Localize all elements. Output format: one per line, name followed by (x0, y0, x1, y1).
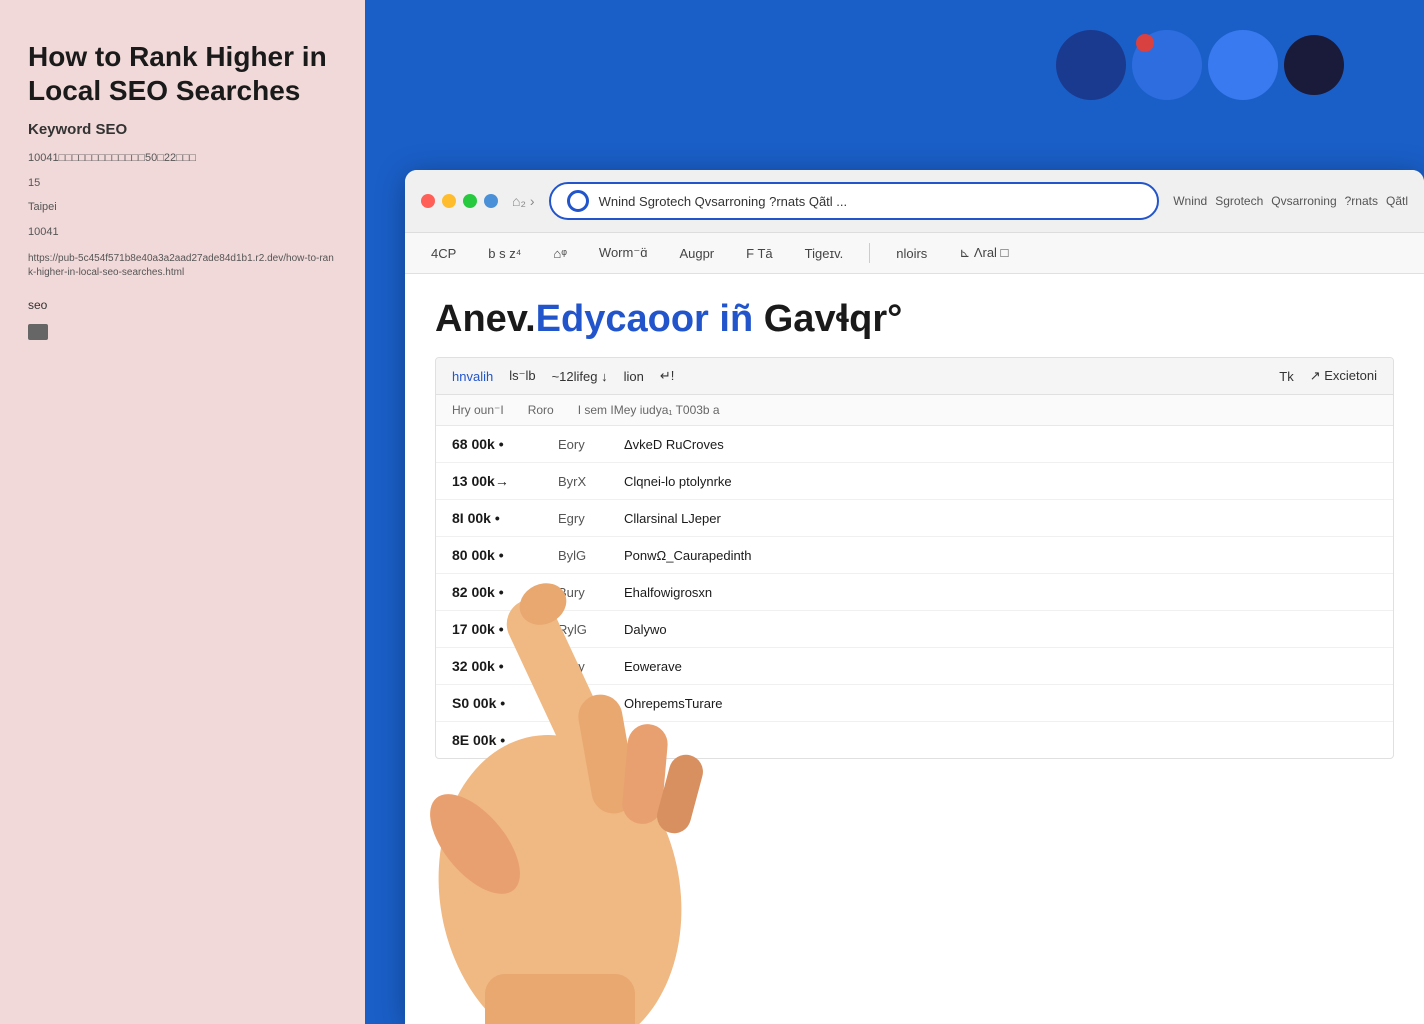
toolbar-item-2[interactable]: b s z⁴ (482, 242, 527, 265)
address-text[interactable]: Wnind Sgrotech Qvsarroning ?rnats Qãtl .… (599, 194, 1142, 209)
row-diff-4: BylG (558, 548, 608, 563)
red-dot (1136, 34, 1154, 52)
nav-forward-icon[interactable]: › (530, 193, 535, 209)
table-row: 80 00k • BylG PonwΩ_Caurapedinth (436, 537, 1393, 574)
nav-arrows[interactable]: ⌂₂ › (512, 193, 535, 209)
tl-blue[interactable] (484, 194, 498, 208)
heading-part2: Edycaoor (536, 298, 709, 340)
circle-1 (1056, 30, 1126, 100)
browser-chrome: ⌂₂ › Wnind Sgrotech Qvsarroning ?rnats Q… (405, 170, 1424, 233)
heading-part3: iñ (719, 298, 753, 340)
row-keyword-5: Ehalfowigrosxn (624, 585, 1377, 600)
th-excietoni[interactable]: ↗ Excietoni (1310, 368, 1377, 384)
table-row: 68 00k • Eory ΔvkeD RuCroves (436, 426, 1393, 463)
sh-hry-oun: Hry oun⁻I (452, 403, 504, 417)
meta-line2: 15 (28, 175, 337, 192)
table-row: 82 00k • Bury Ehalfowigrosxn (436, 574, 1393, 611)
row-volume-4: 80 00k • (452, 547, 542, 563)
page-title: How to Rank Higher in Local SEO Searches (28, 40, 337, 107)
main-area: ⌂₂ › Wnind Sgrotech Qvsarroning ?rnats Q… (365, 0, 1424, 1024)
row-volume-2: 13 00k→ (452, 473, 542, 489)
row-diff-2: ByrX (558, 474, 608, 489)
sidebar-icon (28, 324, 48, 340)
nav-back-icon[interactable]: ⌂₂ (512, 193, 526, 209)
table-subheader: Hry oun⁻I Roro I sem IMey iudya₁ T003b a (436, 395, 1393, 426)
row-diff-7: Bory (558, 659, 608, 674)
toolbar-ta[interactable]: F Tā (740, 242, 779, 265)
table-header: hnvalih ls⁻lb ~12lifeg ↓ lion ↵! Tk ↗ Ex… (436, 358, 1393, 395)
sh-roro: Roro (528, 403, 554, 417)
row-volume-1: 68 00k • (452, 436, 542, 452)
toolbar-augpr[interactable]: Augpr (673, 242, 720, 265)
browser-action-1[interactable]: Wnind (1173, 194, 1207, 208)
row-volume-7: 32 00k • (452, 658, 542, 674)
table-row: 17 00k • RylG Dalywo (436, 611, 1393, 648)
browser-logo-icon (567, 190, 589, 212)
sh-i-sem: I sem IMey iudya₁ T003b a (578, 403, 720, 417)
tl-yellow[interactable] (442, 194, 456, 208)
toolbar-item-3[interactable]: ⌂ᵠ (547, 242, 573, 265)
table-row: 32 00k • Bory Eowerave (436, 648, 1393, 685)
row-volume-8: S0 00k • (452, 695, 542, 711)
th-enter[interactable]: ↵! (660, 368, 675, 384)
row-keyword-2: Clqnei-lo ptolynrke (624, 474, 1377, 489)
row-diff-3: Egry (558, 511, 608, 526)
browser-action-4[interactable]: ?rnats (1345, 194, 1378, 208)
tl-red[interactable] (421, 194, 435, 208)
tl-green[interactable] (463, 194, 477, 208)
heading-part4: Gavɬqr° (764, 298, 903, 340)
circle-4 (1284, 35, 1344, 95)
toolbar-separator (869, 243, 870, 263)
decorative-circles (1056, 30, 1344, 100)
data-table: hnvalih ls⁻lb ~12lifeg ↓ lion ↵! Tk ↗ Ex… (435, 357, 1394, 759)
meta-code: 10041 (28, 224, 337, 241)
address-bar[interactable]: Wnind Sgrotech Qvsarroning ?rnats Qãtl .… (549, 182, 1160, 220)
th-hnvalih[interactable]: hnvalih (452, 369, 493, 384)
row-keyword-8: OhrepemsTurare (624, 696, 1377, 711)
row-volume-5: 82 00k • (452, 584, 542, 600)
row-keyword-4: PonwΩ_Caurapedinth (624, 548, 1377, 563)
browser-action-5[interactable]: Qãtl (1386, 194, 1408, 208)
toolbar-nloirs[interactable]: nloirs (890, 242, 933, 265)
row-diff-5: Bury (558, 585, 608, 600)
row-keyword-3: Cllarsinal LJeper (624, 511, 1377, 526)
table-row: 13 00k→ ByrX Clqnei-lo ptolynrke (436, 463, 1393, 500)
page-heading: Anev.Edycaoor iñ Gavɬqr° (435, 298, 1394, 341)
toolbar-worn-ji[interactable]: Worm⁻ɑ̈ (593, 241, 654, 265)
heading-part1: Anev. (435, 298, 536, 340)
page-url: https://pub-5c454f571b8e40a3a2aad27ade84… (28, 252, 337, 280)
keyword-seo-label: Keyword SEO (28, 121, 337, 138)
sidebar: How to Rank Higher in Local SEO Searches… (0, 0, 365, 1024)
row-diff-8: Nillv (558, 696, 608, 711)
toolbar-item-1[interactable]: 4CP (425, 242, 462, 265)
browser-toolbar: 4CP b s z⁴ ⌂ᵠ Worm⁻ɑ̈ Augpr F Tā Tigeɪv.… (405, 233, 1424, 274)
row-keyword-6: Dalywo (624, 622, 1377, 637)
toolbar-tigeiv[interactable]: Tigeɪv. (799, 242, 850, 265)
table-row: S0 00k • Nillv OhrepemsTurare (436, 685, 1393, 722)
browser-content: Anev.Edycaoor iñ Gavɬqr° hnvalih ls⁻lb ~… (405, 274, 1424, 1024)
browser-action-2[interactable]: Sgrotech (1215, 194, 1263, 208)
circle-3 (1208, 30, 1278, 100)
browser-window: ⌂₂ › Wnind Sgrotech Qvsarroning ?rnats Q… (405, 170, 1424, 1024)
traffic-lights (421, 194, 498, 208)
toolbar-aral[interactable]: ⊾ Ʌral □ (953, 241, 1014, 265)
meta-line1: 10041□□□□□□□□□□□□□50□22□□□ (28, 150, 337, 167)
th-lion[interactable]: lion (624, 369, 644, 384)
table-row: 8I 00k • Egry Cllarsinal LJeper (436, 500, 1393, 537)
row-volume-9: 8E 00k • (452, 732, 542, 748)
seo-tag: seo (28, 298, 337, 312)
row-keyword-1: ΔvkeD RuCroves (624, 437, 1377, 452)
browser-action-3[interactable]: Qvsarroning (1271, 194, 1336, 208)
table-row: 8E 00k • (436, 722, 1393, 758)
th-ls-lb[interactable]: ls⁻lb (509, 368, 535, 384)
th-tk[interactable]: Tk (1279, 369, 1293, 384)
row-volume-3: 8I 00k • (452, 510, 542, 526)
row-diff-1: Eory (558, 437, 608, 452)
row-keyword-7: Eowerave (624, 659, 1377, 674)
row-volume-6: 17 00k • (452, 621, 542, 637)
meta-city: Taipei (28, 199, 337, 216)
row-diff-6: RylG (558, 622, 608, 637)
browser-actions: Wnind Sgrotech Qvsarroning ?rnats Qãtl (1173, 194, 1408, 208)
th-12lifeg[interactable]: ~12lifeg ↓ (552, 369, 608, 384)
